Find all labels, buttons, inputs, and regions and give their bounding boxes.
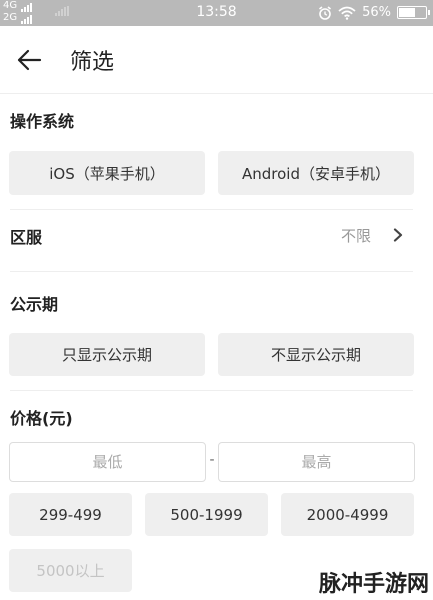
battery-percent: 56% <box>362 5 391 20</box>
price-range-299-499-button[interactable]: 299-499 <box>9 493 132 536</box>
battery-level <box>399 8 415 17</box>
page-title: 筛选 <box>70 50 115 75</box>
os-section-title: 操作系统 <box>10 112 75 131</box>
price-min-input[interactable] <box>9 442 206 482</box>
region-row[interactable]: 区服 不限 <box>0 210 433 260</box>
chevron-right-icon <box>393 228 403 242</box>
price-range-5000-plus-button[interactable]: 5000以上 <box>9 549 132 592</box>
status-bar: 4G 2G 13:58 56% <box>0 0 433 26</box>
region-label: 区服 <box>10 228 43 247</box>
os-ios-button[interactable]: iOS（苹果手机） <box>9 151 205 195</box>
price-range-500-1999-button[interactable]: 500-1999 <box>145 493 268 536</box>
region-value: 不限 <box>340 227 371 245</box>
hide-publicity-button[interactable]: 不显示公示期 <box>218 333 414 376</box>
price-section-title: 价格(元) <box>10 409 73 428</box>
divider <box>10 390 413 391</box>
status-right-group: 56% <box>318 5 430 20</box>
nav-bar: 筛选 <box>0 26 433 94</box>
show-publicity-only-button[interactable]: 只显示公示期 <box>9 333 205 376</box>
price-range-2000-4999-button[interactable]: 2000-4999 <box>281 493 414 536</box>
alarm-icon <box>319 5 332 20</box>
os-android-button[interactable]: Android（安卓手机） <box>218 151 414 195</box>
wifi-icon <box>338 6 356 20</box>
divider <box>10 271 413 272</box>
price-max-input[interactable] <box>218 442 415 482</box>
publicity-section-title: 公示期 <box>10 295 59 314</box>
back-arrow-icon[interactable] <box>16 48 42 72</box>
battery-icon <box>397 6 430 19</box>
watermark-text: 脉冲手游网 <box>318 572 429 597</box>
price-separator: - <box>209 452 215 468</box>
